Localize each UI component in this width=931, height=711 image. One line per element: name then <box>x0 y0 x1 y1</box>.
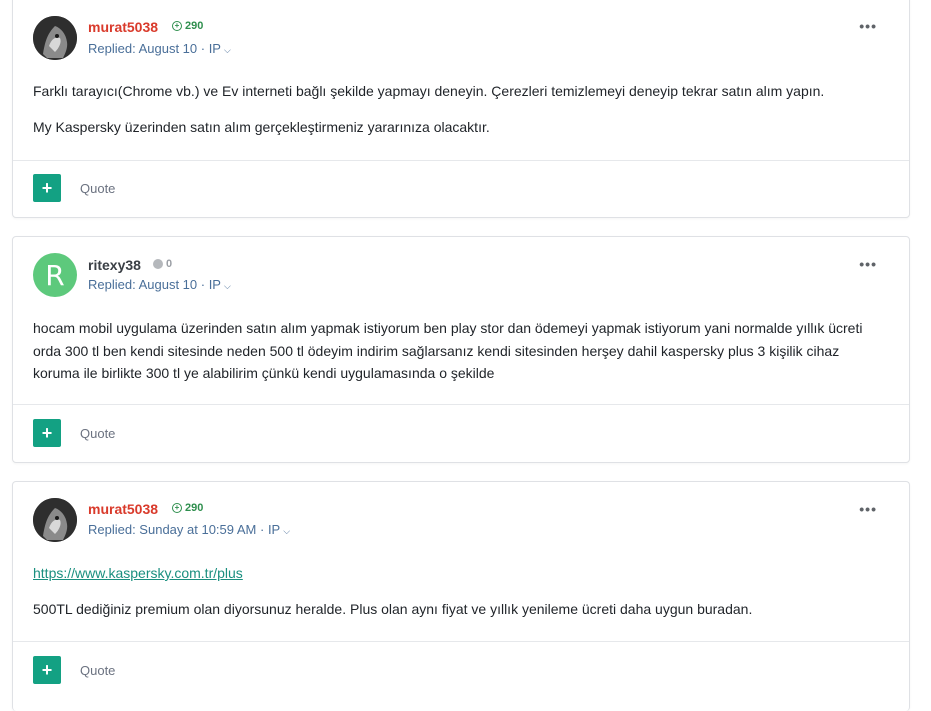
reputation-count: 0 <box>166 258 173 270</box>
reputation-count: 290 <box>185 502 204 514</box>
post-paragraph: My Kaspersky üzerinden satın alım gerçek… <box>33 118 490 135</box>
post-paragraph: hocam mobil uygulama üzerinden satın alı… <box>33 320 863 381</box>
plus-icon: + <box>41 177 53 198</box>
chevron-down-icon[interactable]: ⌵ <box>283 526 290 536</box>
plus-icon: + <box>41 659 53 680</box>
avatar[interactable] <box>33 498 77 542</box>
chevron-down-icon[interactable]: ⌵ <box>224 281 231 291</box>
username[interactable]: murat5038 <box>88 501 158 517</box>
more-dots-icon[interactable]: ••• <box>859 18 877 34</box>
plus-circle-icon: + <box>172 503 182 513</box>
plus-icon: + <box>41 422 53 443</box>
plus-circle-icon: + <box>172 21 182 31</box>
reputation-count: 290 <box>185 20 204 32</box>
chevron-down-icon[interactable]: ⌵ <box>224 45 231 55</box>
post-content: https://www.kaspersky.com.tr/plus 500TL … <box>33 562 889 633</box>
add-reaction-button[interactable]: + <box>33 656 61 684</box>
post-link[interactable]: https://www.kaspersky.com.tr/plus <box>33 565 243 581</box>
avatar-image-icon <box>33 16 77 60</box>
quote-button[interactable]: Quote <box>80 663 115 678</box>
reply-meta[interactable]: Replied: Sunday at 10:59 AM · IP ⌵ <box>88 522 290 537</box>
avatar[interactable]: R <box>33 253 77 297</box>
reply-meta[interactable]: Replied: August 10 · IP ⌵ <box>88 277 231 292</box>
avatar-image-icon <box>33 498 77 542</box>
more-dots-icon[interactable]: ••• <box>859 256 877 272</box>
reputation-badge: + 290 <box>172 502 203 514</box>
add-reaction-button[interactable]: + <box>33 174 61 202</box>
reply-meta-text: Replied: Sunday at 10:59 AM · IP <box>88 522 281 537</box>
post-content: Farklı tarayıcı(Chrome vb.) ve Ev intern… <box>33 80 889 151</box>
quote-button[interactable]: Quote <box>80 426 115 441</box>
reputation-dot-icon <box>153 259 163 269</box>
reputation-badge: + 290 <box>172 20 203 32</box>
divider <box>13 404 909 405</box>
quote-button[interactable]: Quote <box>80 181 115 196</box>
divider <box>13 160 909 161</box>
post-paragraph: Farklı tarayıcı(Chrome vb.) ve Ev intern… <box>33 83 825 99</box>
avatar[interactable] <box>33 16 77 60</box>
post-card: murat5038 + 290 Replied: August 10 · IP ⌵… <box>12 0 910 218</box>
post-paragraph: 500TL dediğiniz premium olan diyorsunuz … <box>33 600 753 617</box>
username[interactable]: murat5038 <box>88 19 158 35</box>
username[interactable]: ritexy38 <box>88 257 141 273</box>
post-content: hocam mobil uygulama üzerinden satın alı… <box>33 317 889 398</box>
reputation-badge: 0 <box>153 258 172 270</box>
post-card: R ritexy38 0 Replied: August 10 · IP ⌵ ••… <box>12 236 910 463</box>
add-reaction-button[interactable]: + <box>33 419 61 447</box>
reply-meta-text: Replied: August 10 · IP <box>88 41 221 56</box>
post-card: murat5038 + 290 Replied: Sunday at 10:59… <box>12 481 910 711</box>
more-dots-icon[interactable]: ••• <box>859 501 877 517</box>
divider <box>13 641 909 642</box>
reply-meta[interactable]: Replied: August 10 · IP ⌵ <box>88 41 231 56</box>
reply-meta-text: Replied: August 10 · IP <box>88 277 221 292</box>
